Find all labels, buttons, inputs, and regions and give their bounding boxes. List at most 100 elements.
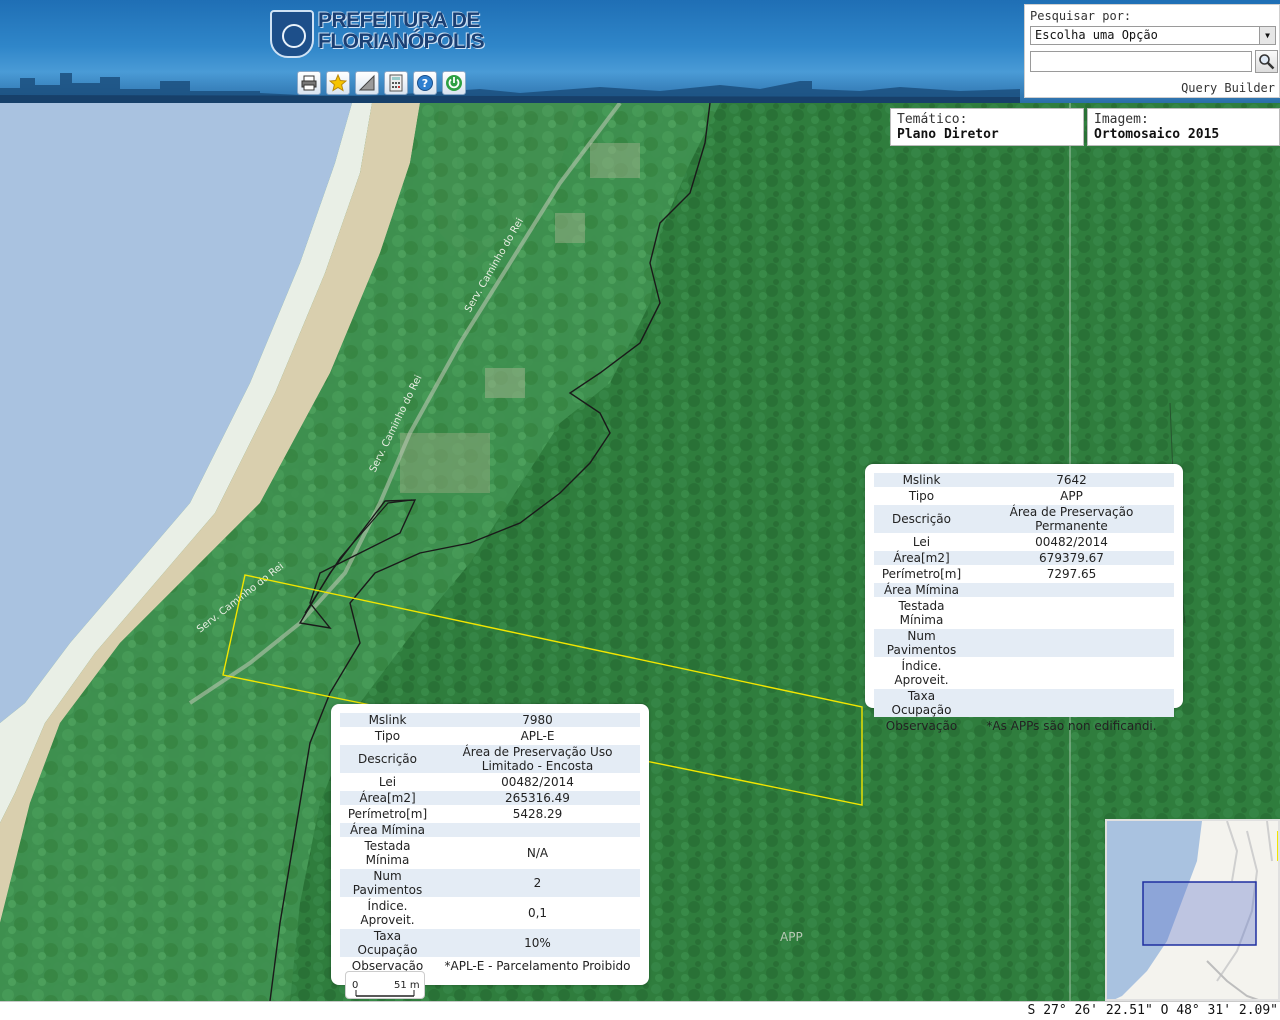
popup-aple-row: Perímetro[m] 5428.29 <box>340 807 640 821</box>
popup-aple-key: Lei <box>378 775 397 789</box>
popup-aple-key: Mslink <box>340 713 435 727</box>
popup-aple-value: 0,1 <box>527 906 548 920</box>
help-icon: ? <box>417 75 433 91</box>
popup-aple-row: Área[m2] 265316.49 <box>340 791 640 805</box>
popup-app-row: Num Pavimentos <box>874 629 1174 657</box>
popup-aple-value: 265316.49 <box>435 791 640 805</box>
query-builder-link[interactable]: Query Builder <box>1181 81 1275 95</box>
popup-aple-key: Área[m2] <box>340 791 435 805</box>
popup-aple-value: *APL-E - Parcelamento Proibido <box>444 959 631 973</box>
popup-aple-value: 10% <box>435 929 640 957</box>
measure-button[interactable] <box>355 71 379 95</box>
popup-app-key: Descrição <box>874 505 969 533</box>
minimap-extent-box[interactable] <box>1142 881 1257 946</box>
popup-aple-row: Testada Mínima N/A <box>340 839 640 867</box>
popup-app-value: 679379.67 <box>969 551 1174 565</box>
popup-aple-row: Descrição Área de Preservação Uso Limitad… <box>340 745 640 773</box>
print-icon <box>301 75 317 91</box>
popup-app-key: Testada Mínima <box>898 599 945 627</box>
search-panel: Pesquisar por: Escolha uma Opção ▼ Query… <box>1024 4 1280 98</box>
popup-app-key: Observação <box>885 719 958 733</box>
help-button[interactable]: ? <box>413 71 437 95</box>
scale-bar: 0 51 m <box>345 971 425 999</box>
popup-aple-row: Área Mímina <box>340 823 640 837</box>
popup-aple-key: Tipo <box>374 729 401 743</box>
popup-app-value: *As APPs são non edificandi. <box>986 719 1157 733</box>
popup-aple-value: APL-E <box>520 729 555 743</box>
popup-aple-value: Área de Preservação Uso Limitado - Encos… <box>435 745 640 773</box>
popup-app-row: Índice. Aproveit. <box>874 659 1174 687</box>
tematico-label: Temático: <box>897 112 968 127</box>
popup-app-value: 7642 <box>969 473 1174 487</box>
logout-button[interactable] <box>442 71 466 95</box>
popup-app-key: Num Pavimentos <box>874 629 969 657</box>
chevron-down-icon[interactable]: ▼ <box>1259 27 1275 44</box>
popup-app-table: Mslink 7642 Tipo APP Descrição Área de Preser… <box>874 471 1174 735</box>
city-skyline-banner <box>0 73 1020 103</box>
search-type-selected: Escolha uma Opção <box>1035 28 1158 42</box>
popup-app-value: APP <box>1060 489 1083 503</box>
popup-app-row: Observação *As APPs são non edificandi. <box>874 719 1174 733</box>
search-button[interactable] <box>1255 50 1278 73</box>
minimap-graphic <box>1107 821 1278 999</box>
popup-app-row: Perímetro[m] 7297.65 <box>874 567 1174 581</box>
popup-aple-value <box>435 823 640 837</box>
imagem-label: Imagem: <box>1094 112 1149 127</box>
popup-app-row: Lei 00482/2014 <box>874 535 1174 549</box>
search-input[interactable] <box>1030 51 1252 72</box>
popup-app-value <box>969 583 1174 597</box>
overview-minimap[interactable] <box>1105 819 1280 1001</box>
feature-popup-aple: Mslink 7980 Tipo APL-E Descrição Área de Pres… <box>331 704 649 985</box>
popup-aple-key: Área Mímina <box>340 823 435 837</box>
logo-title-line1: PREFEITURA DE <box>318 9 480 32</box>
popup-aple-value: 2 <box>435 869 640 897</box>
imagem-value: Ortomosaico 2015 <box>1094 127 1220 142</box>
search-type-select[interactable]: Escolha uma Opção ▼ <box>1030 26 1276 45</box>
popup-app-row: Área[m2] 679379.67 <box>874 551 1174 565</box>
popup-aple-key: Testada Mínima <box>364 839 411 867</box>
imagem-box[interactable]: Imagem: Ortomosaico 2015 <box>1087 108 1280 146</box>
popup-aple-row: Lei 00482/2014 <box>340 775 640 789</box>
popup-app-value <box>969 689 1174 717</box>
status-bar: S 27° 26' 22.51" O 48° 31' 2.09" <box>0 1001 1280 1020</box>
star-icon <box>329 74 347 92</box>
measure-icon <box>358 74 375 91</box>
favorite-button[interactable] <box>326 71 350 95</box>
popup-aple-key: Perímetro[m] <box>347 807 428 821</box>
popup-app-key: Lei <box>912 535 931 549</box>
logo-title-line2: FLORIANÓPOLIS <box>318 30 485 53</box>
calculator-icon <box>389 74 403 92</box>
popup-aple-key: Num Pavimentos <box>340 869 435 897</box>
map-viewport[interactable]: Serv. Caminho do Rei Serv. Caminho do Re… <box>0 103 1280 1001</box>
feature-popup-app: Mslink 7642 Tipo APP Descrição Área de Preser… <box>865 464 1183 733</box>
popup-aple-value: 7980 <box>435 713 640 727</box>
scale-bar-start: 0 <box>352 980 358 991</box>
logo-title: PREFEITURA DE FLORIANÓPOLIS <box>318 9 485 53</box>
popup-aple-row: Tipo APL-E <box>340 729 640 743</box>
popup-app-row: Taxa Ocupação <box>874 689 1174 717</box>
scale-bar-graphic: 0 51 m <box>352 980 420 997</box>
popup-aple-key: Descrição <box>340 745 435 773</box>
popup-app-row: Área Mímina <box>874 583 1174 597</box>
popup-app-key: Mslink <box>874 473 969 487</box>
search-icon <box>1259 54 1275 70</box>
popup-aple-value: 00482/2014 <box>501 775 574 789</box>
popup-app-key: Área[m2] <box>874 551 969 565</box>
popup-app-key: Taxa Ocupação <box>874 689 969 717</box>
city-crest-icon <box>270 10 314 58</box>
popup-aple-row: Índice. Aproveit. 0,1 <box>340 899 640 927</box>
popup-aple-row: Num Pavimentos 2 <box>340 869 640 897</box>
popup-aple-key: Taxa Ocupação <box>340 929 435 957</box>
popup-aple-row: Mslink 7980 <box>340 713 640 727</box>
popup-app-value: Área de Preservação Permanente <box>969 505 1174 533</box>
calculator-button[interactable] <box>384 71 408 95</box>
print-button[interactable] <box>297 71 321 95</box>
prefeitura-logo[interactable]: PREFEITURA DE FLORIANÓPOLIS <box>270 8 485 60</box>
popup-app-key: Área Mímina <box>874 583 969 597</box>
cursor-coordinates: S 27° 26' 22.51" O 48° 31' 2.09" <box>1027 1003 1278 1018</box>
popup-aple-value: N/A <box>526 846 549 860</box>
tematico-box[interactable]: Temático: Plano Diretor <box>890 108 1084 146</box>
popup-aple-key: Índice. Aproveit. <box>360 899 415 927</box>
svg-text:?: ? <box>422 77 428 90</box>
popup-aple-row: Taxa Ocupação 10% <box>340 929 640 957</box>
